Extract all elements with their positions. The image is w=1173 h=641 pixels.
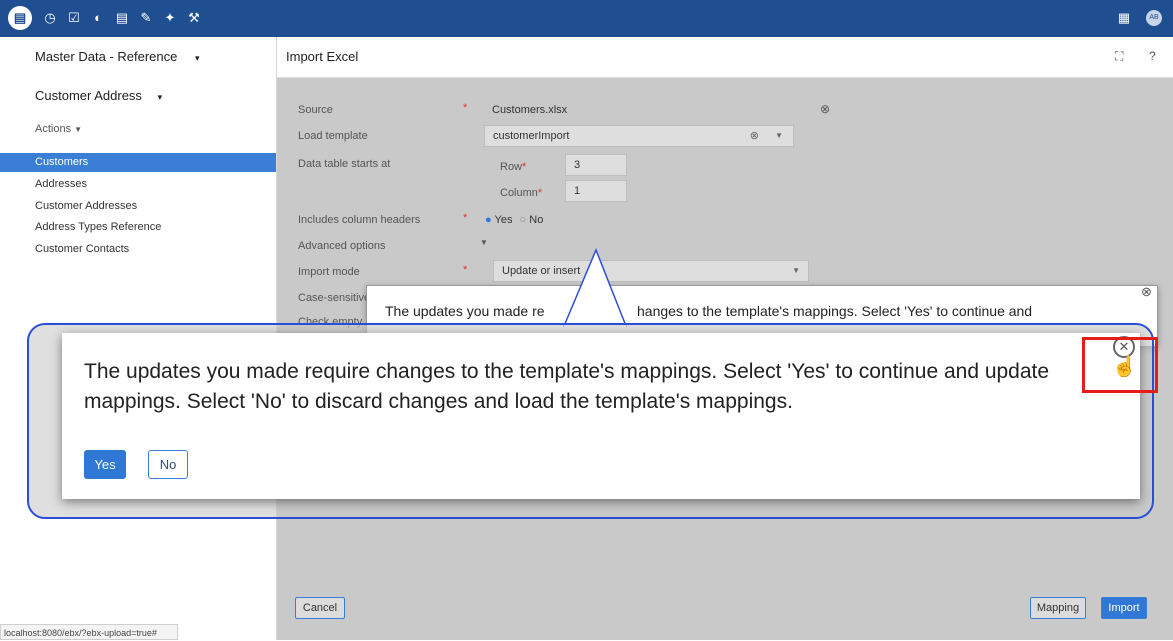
no-button[interactable]: No [148, 450, 188, 479]
task-icon[interactable]: ✎ [136, 8, 156, 28]
headers-label: Includes column headers [298, 214, 421, 226]
table-label: Customer Address [35, 88, 142, 103]
wrench-icon[interactable]: ⚒ [184, 8, 204, 28]
import-mode-select[interactable]: Update or insert ▼ [493, 260, 809, 282]
headers-radio-group: ● Yes ○ No [485, 214, 543, 226]
sidebar-item-customers[interactable]: Customers [0, 153, 276, 172]
avatar[interactable]: AB [1146, 10, 1162, 26]
help-icon[interactable]: ? [1149, 49, 1156, 63]
radio-yes-label: Yes [494, 214, 513, 226]
source-label: Source [298, 104, 333, 116]
fullscreen-icon[interactable]: ⛶ [1115, 49, 1123, 64]
sidebar-item-addresses[interactable]: Addresses [0, 175, 276, 194]
highlight-box [1082, 337, 1158, 393]
close-icon[interactable]: ⊗ [1141, 284, 1152, 300]
panel-icon[interactable]: ▦ [1114, 8, 1134, 28]
cancel-button[interactable]: Cancel [295, 597, 345, 619]
plug-icon[interactable]: ✦ [160, 8, 180, 28]
status-url: localhost:8080/ebx/?ebx-upload=true# [0, 624, 178, 640]
load-template-label: Load template [298, 130, 368, 142]
sidebar-item-customer-addresses[interactable]: Customer Addresses [0, 197, 276, 216]
import-button[interactable]: Import [1101, 597, 1147, 619]
row-label: Row* [500, 161, 527, 173]
chevron-down-icon: ▾ [157, 92, 163, 102]
chevron-down-icon: ▾ [194, 53, 200, 63]
required-marker: * [463, 212, 468, 224]
database-icon[interactable]: ▤ [8, 6, 32, 30]
column-label: Column* [500, 187, 543, 199]
actions-label: Actions [35, 123, 72, 135]
clear-icon[interactable]: ⊗ [820, 102, 830, 116]
radio-no-label: No [529, 214, 544, 226]
radio-unselected-icon[interactable]: ○ [520, 214, 527, 226]
column-input[interactable]: 1 [565, 180, 627, 202]
table-selector[interactable]: Customer Address ▾ [35, 88, 162, 103]
dialog-message: The updates you made require changes to … [84, 360, 1050, 413]
required-marker: * [463, 102, 468, 114]
row-input[interactable]: 3 [565, 154, 627, 176]
source-value: Customers.xlsx [492, 104, 568, 116]
load-template-value: customerImport [493, 130, 570, 142]
dashboard-icon[interactable]: ◐ [88, 8, 108, 28]
page-title: Import Excel [286, 49, 359, 64]
chevron-down-icon[interactable]: ▼ [480, 238, 488, 247]
yes-button[interactable]: Yes [84, 450, 126, 479]
actions-menu[interactable]: Actions ▼ [35, 123, 82, 135]
top-navigation-bar: ▤ ◷ ☑ ◐ ▤ ✎ ✦ ⚒ ▦ AB [0, 0, 1173, 37]
table-start-label: Data table starts at [298, 158, 391, 170]
sidebar-item-customer-contacts[interactable]: Customer Contacts [0, 240, 276, 259]
dialog-message-partial: The updates you made re [385, 303, 545, 319]
required-marker: * [463, 264, 468, 276]
zoom-callout-pointer [562, 248, 628, 328]
dataspace-selector[interactable]: Master Data - Reference ▾ [35, 49, 200, 64]
sidebar-item-address-types-reference[interactable]: Address Types Reference [0, 218, 276, 237]
checklist-icon[interactable]: ☑ [64, 8, 84, 28]
dialog-message-partial-right: hanges to the template's mappings. Selec… [637, 303, 1033, 319]
chevron-down-icon: ▼ [775, 131, 783, 140]
data-list-icon[interactable]: ▤ [112, 8, 132, 28]
chevron-down-icon: ▼ [792, 266, 800, 275]
advanced-options-label: Advanced options [298, 240, 386, 252]
case-sensitive-label: Case-sensitive [298, 292, 371, 304]
main-header: Import Excel ⛶ ? [277, 37, 1173, 78]
dataspace-label: Master Data - Reference [35, 49, 178, 64]
load-template-select[interactable]: customerImport ⊗ ▼ [484, 125, 794, 147]
import-mode-label: Import mode [298, 266, 360, 278]
clock-icon[interactable]: ◷ [40, 8, 60, 28]
caret-down-icon: ▼ [74, 125, 83, 134]
clear-icon[interactable]: ⊗ [750, 126, 759, 146]
mapping-button[interactable]: Mapping [1030, 597, 1086, 619]
radio-selected-icon[interactable]: ● [485, 214, 492, 226]
